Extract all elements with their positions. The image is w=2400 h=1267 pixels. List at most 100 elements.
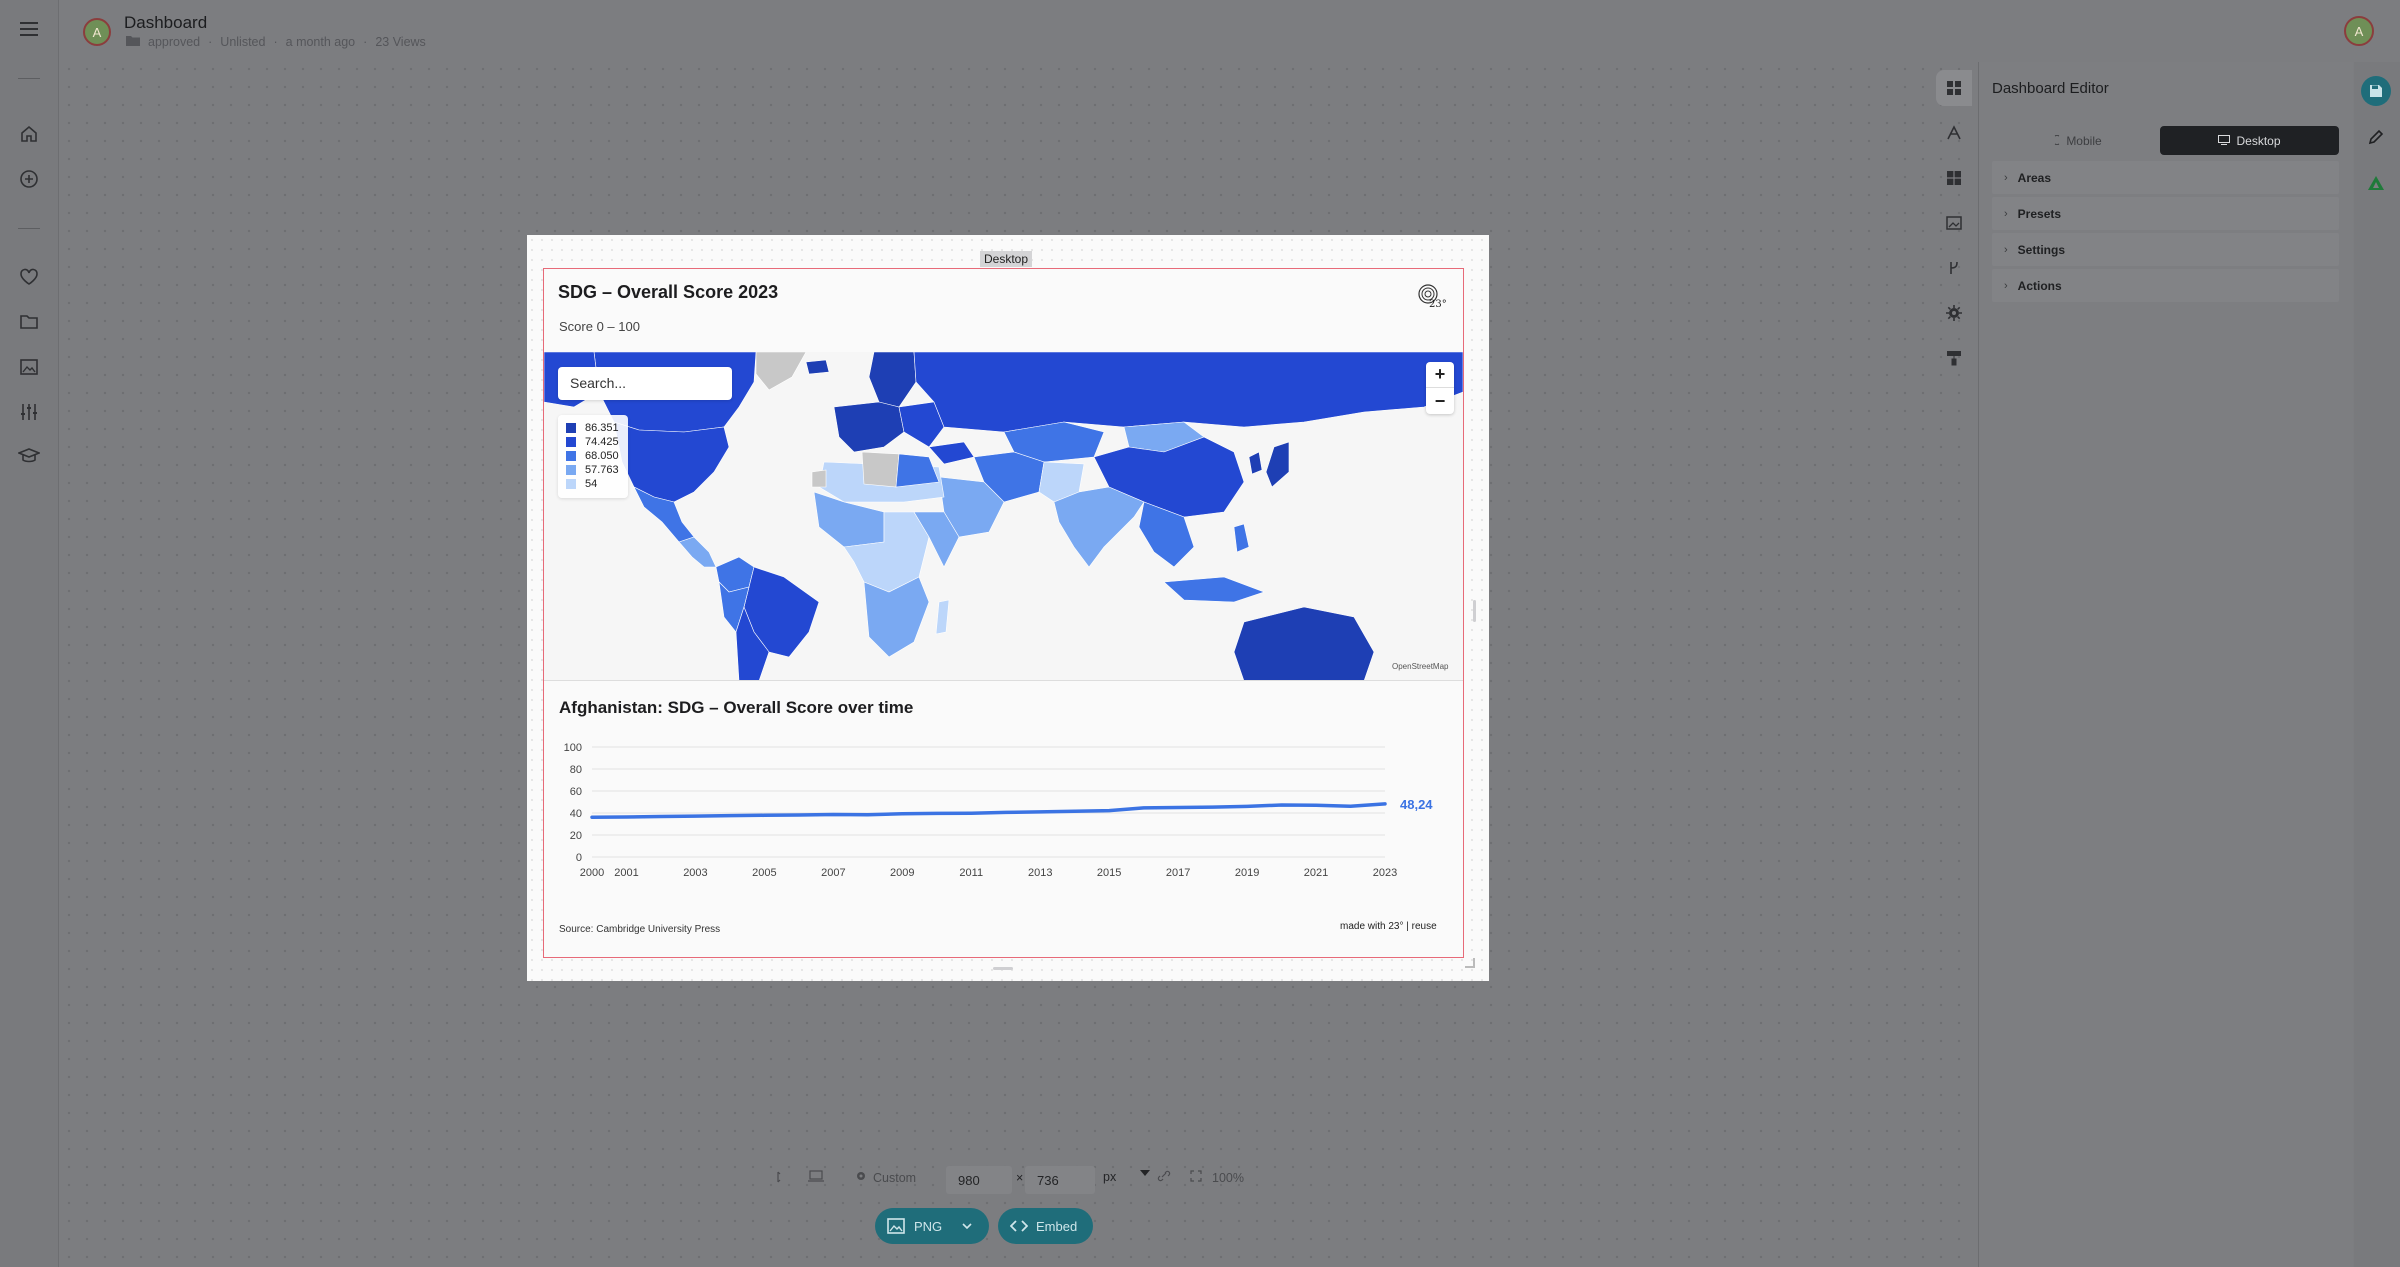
- section-presets[interactable]: › Presets: [1992, 197, 2339, 230]
- rotate-icon[interactable]: [772, 1170, 784, 1184]
- x-tick-label: 2000: [580, 867, 604, 879]
- map-title: SDG – Overall Score 2023: [558, 282, 779, 302]
- png-label: PNG: [914, 1218, 943, 1234]
- map-attribution[interactable]: OpenStreetMap: [1392, 662, 1448, 671]
- views-label: 23 Views: [375, 35, 426, 49]
- paint-icon[interactable]: [1936, 340, 1972, 376]
- x-tick-label: 2021: [1304, 867, 1328, 879]
- width-input[interactable]: 980: [946, 1166, 1012, 1194]
- save-button[interactable]: [2361, 76, 2391, 106]
- chevron-down-icon[interactable]: [962, 1223, 972, 1229]
- home-icon[interactable]: [17, 122, 41, 146]
- code-icon: [1010, 1220, 1028, 1232]
- dashboard-avatar: A: [83, 18, 111, 46]
- user-avatar[interactable]: A: [2344, 16, 2374, 46]
- brand-icon[interactable]: [2363, 170, 2389, 196]
- legend-swatch: [566, 437, 576, 447]
- y-tick-label: 60: [570, 786, 582, 798]
- x-tick-label: 2009: [890, 867, 914, 879]
- zoom-level: 100%: [1212, 1170, 1244, 1185]
- height-input[interactable]: 736: [1025, 1166, 1095, 1194]
- zoom-out-button[interactable]: −: [1426, 388, 1454, 414]
- section-settings[interactable]: › Settings: [1992, 233, 2339, 266]
- line-chart-title: Afghanistan: SDG – Overall Score over ti…: [559, 698, 914, 717]
- status-label: approved: [148, 35, 201, 49]
- image-icon[interactable]: [17, 355, 41, 379]
- page-meta: approved · Unlisted · a month ago · 23 V…: [126, 35, 426, 49]
- map-region-iceland: [805, 359, 830, 375]
- text-icon[interactable]: [1936, 115, 1972, 151]
- resize-handle-right[interactable]: [1473, 600, 1476, 622]
- preset-select[interactable]: Custom: [855, 1170, 916, 1185]
- y-tick-label: 20: [570, 830, 582, 842]
- map-region-usa: [613, 421, 730, 503]
- zoom-control[interactable]: 100%: [1190, 1170, 1244, 1185]
- meta-separator: ·: [273, 35, 278, 49]
- heart-icon[interactable]: [17, 265, 41, 289]
- image-icon: [887, 1218, 905, 1234]
- section-actions[interactable]: › Actions: [1992, 269, 2339, 302]
- map-region-korea: [1248, 451, 1263, 475]
- section-label: Settings: [2017, 242, 2066, 257]
- gear-icon[interactable]: [1936, 295, 1972, 331]
- pencil-icon[interactable]: [2363, 124, 2389, 150]
- embed-label: Embed: [1036, 1218, 1078, 1234]
- map-region-central-america: [678, 536, 717, 568]
- legend-swatch: [566, 465, 576, 475]
- legend-label: 74.425: [585, 436, 619, 448]
- x-tick-label: 2007: [821, 867, 845, 879]
- dashboard-icon[interactable]: [1936, 70, 1972, 106]
- branch-icon[interactable]: [1936, 250, 1972, 286]
- section-areas[interactable]: › Areas: [1992, 161, 2339, 194]
- map-legend: 86.351 74.425 68.050 57.763 54: [558, 415, 628, 498]
- legend-item: 74.425: [566, 435, 620, 449]
- legend-label: 68.050: [585, 450, 619, 462]
- page-title[interactable]: Dashboard: [124, 13, 207, 33]
- graduation-icon[interactable]: [17, 444, 41, 468]
- y-tick-label: 100: [564, 742, 582, 754]
- resize-handle-corner[interactable]: [1465, 958, 1475, 968]
- legend-swatch: [566, 423, 576, 433]
- section-label: Areas: [2017, 170, 2052, 185]
- svg-text:23°: 23°: [1429, 299, 1446, 310]
- map-region-scandinavia: [868, 352, 917, 408]
- laptop-icon[interactable]: [808, 1170, 824, 1182]
- series-line: [590, 802, 1387, 819]
- x-tick-label: 2017: [1166, 867, 1190, 879]
- rail-divider: [18, 228, 40, 229]
- png-export-button[interactable]: PNG: [875, 1208, 989, 1244]
- menu-icon[interactable]: [17, 17, 41, 41]
- map-search-input[interactable]: Search...: [558, 367, 732, 400]
- legend-item: 57.763: [566, 463, 620, 477]
- world-map[interactable]: [544, 352, 1463, 681]
- resize-handle-bottom[interactable]: [993, 967, 1013, 970]
- mobile-toggle[interactable]: Mobile: [1992, 126, 2163, 155]
- map-subtitle: Score 0 – 100: [559, 319, 640, 334]
- folder-icon[interactable]: [17, 310, 41, 334]
- preset-label: Custom: [873, 1170, 917, 1185]
- chevron-right-icon: ›: [2004, 171, 2008, 184]
- embed-button[interactable]: Embed: [998, 1208, 1093, 1244]
- map-region-russia: [913, 352, 1463, 433]
- image-icon[interactable]: [1936, 205, 1972, 241]
- widgets-icon[interactable]: [1936, 160, 1972, 196]
- desktop-toggle[interactable]: Desktop: [2160, 126, 2339, 155]
- sliders-icon[interactable]: [17, 400, 41, 424]
- unit-dropdown-icon[interactable]: [1140, 1170, 1150, 1176]
- folder-icon: [126, 35, 140, 49]
- section-label: Presets: [2017, 206, 2062, 221]
- map-region-indonesia: [1163, 576, 1265, 603]
- link-icon[interactable]: [1157, 1170, 1171, 1182]
- map-region-southern-africa: [863, 576, 930, 658]
- made-with-link[interactable]: made with 23° | reuse: [1340, 921, 1437, 932]
- line-chart: 0 20 40 60 80 100 2000 2001 2003 2005 2007 2009 2011…: [564, 742, 1434, 879]
- right-action-column: [2354, 62, 2400, 1267]
- add-icon[interactable]: [17, 167, 41, 191]
- x-tick-label: 2013: [1028, 867, 1052, 879]
- x-tick-label: 2011: [959, 867, 983, 879]
- unit-label: px: [1103, 1170, 1117, 1184]
- fit-icon: [1190, 1170, 1202, 1185]
- legend-label: 54: [585, 478, 598, 490]
- zoom-in-button[interactable]: +: [1426, 362, 1454, 388]
- desktop-label: Desktop: [2236, 133, 2281, 148]
